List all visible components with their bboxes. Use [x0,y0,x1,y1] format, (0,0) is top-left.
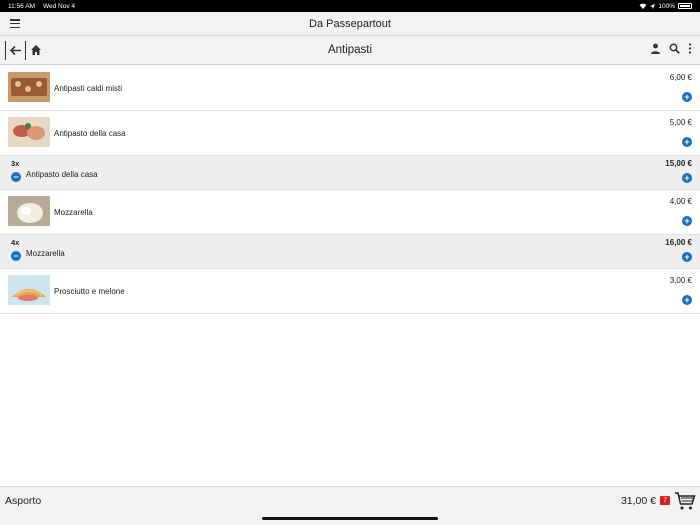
cart-quantity: 4x [11,238,20,247]
category-nav: Antipasti [0,36,700,65]
minus-icon[interactable]: − [11,172,21,182]
cart-count-badge: 7 [660,496,670,505]
hamburger-icon[interactable] [10,19,20,29]
product-price: 5,00 € [669,118,692,127]
page-title: Antipasti [327,44,373,56]
product-image [8,117,50,147]
order-mode[interactable]: Asporto [5,495,41,507]
more-vert-icon[interactable] [688,43,692,54]
menu-list: Antipasti caldi misti 6,00 € + Antipasto… [0,66,700,314]
product-row[interactable]: Prosciutto e melone 3,00 € + [0,269,700,314]
product-price: 6,00 € [669,73,692,82]
product-image [8,72,50,102]
status-time: 11:56 AM [8,2,35,10]
product-row[interactable]: Antipasto della casa 5,00 € + [0,111,700,156]
status-date: Wed Nov 4 [42,2,76,10]
plus-icon[interactable]: + [682,137,692,147]
cart-line: 3x − Antipasto della casa 15,00 € + [0,156,700,190]
minus-icon[interactable]: − [11,251,21,261]
nav-actions [650,43,692,54]
home-icon[interactable] [30,44,42,56]
wifi-icon [639,3,647,9]
plus-icon[interactable]: + [682,92,692,102]
shopping-cart-icon[interactable] [674,491,696,511]
plus-icon[interactable]: + [682,295,692,305]
product-price: 4,00 € [669,197,692,206]
search-icon[interactable] [669,43,680,54]
person-icon[interactable] [650,43,661,54]
cart-item-name: Antipasto della casa [26,170,98,179]
app-title: Da Passepartout [309,17,391,30]
cart-quantity: 3x [11,159,20,168]
cart-line-total: 16,00 € [665,238,692,247]
product-name: Mozzarella [54,207,93,217]
product-image [8,196,50,226]
back-button[interactable] [5,41,26,60]
plus-icon[interactable]: + [682,252,692,262]
plus-icon[interactable]: + [682,216,692,226]
battery-icon [678,3,692,9]
product-row[interactable]: Mozzarella 4,00 € + [0,190,700,235]
battery-percent: 100% [658,2,675,10]
cart-line: 4x − Mozzarella 16,00 € + [0,235,700,269]
cart-total: 31,00 € [620,495,656,507]
plus-icon[interactable]: + [682,173,692,183]
back-arrow-icon [9,45,21,56]
status-right: 100% [639,3,692,10]
location-icon [650,3,656,9]
product-image [8,275,50,305]
cart-line-total: 15,00 € [665,159,692,168]
app-header: Da Passepartout [0,12,700,36]
cart-item-name: Mozzarella [26,249,65,258]
product-name: Antipasto della casa [54,128,126,138]
product-name: Antipasti caldi misti [54,83,123,93]
home-indicator [262,517,438,520]
product-price: 3,00 € [669,276,692,285]
product-name: Prosciutto e melone [54,286,125,296]
product-row[interactable]: Antipasti caldi misti 6,00 € + [0,66,700,111]
status-bar: 11:56 AM Wed Nov 4 100% [0,0,700,12]
